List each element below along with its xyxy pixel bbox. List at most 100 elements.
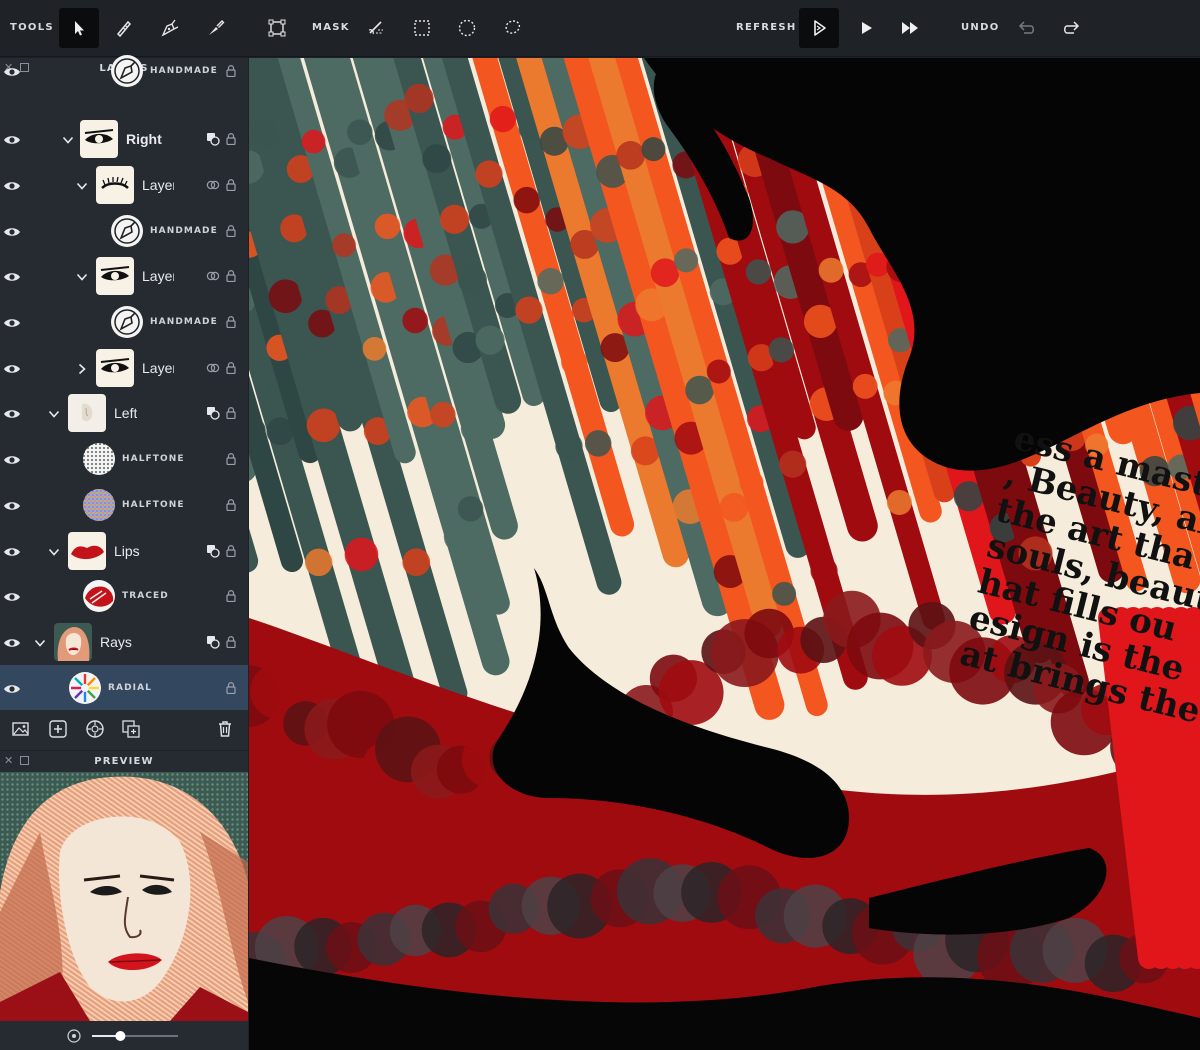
visibility-eye-icon[interactable] [3, 453, 21, 465]
artwork-canvas[interactable]: ess a mast, Beauty, an the art tha souls, … [249, 58, 1200, 1050]
layer-row[interactable]: Layer [0, 162, 248, 207]
visibility-eye-icon[interactable] [3, 316, 21, 328]
mask-icon[interactable] [206, 635, 220, 649]
layer-thumbnail [68, 393, 106, 432]
brush-dab [362, 336, 387, 361]
play-button[interactable] [846, 8, 886, 48]
link-icon[interactable] [206, 178, 220, 192]
chevron-down-icon[interactable] [34, 636, 46, 648]
layer-row[interactable]: Right [0, 116, 248, 161]
brush-dab [475, 160, 503, 188]
rect-select-button[interactable] [402, 8, 442, 48]
layer-row[interactable]: Left [0, 390, 248, 435]
link-icon[interactable] [206, 269, 220, 283]
brush-dab [886, 489, 912, 516]
chevron-right-icon[interactable] [76, 362, 88, 374]
chevron-down-icon[interactable] [48, 545, 60, 557]
visibility-eye-icon[interactable] [3, 545, 21, 557]
lock-icon[interactable] [226, 681, 236, 695]
visibility-eye-icon[interactable] [3, 682, 21, 694]
layer-row[interactable]: Lips [0, 528, 248, 573]
delete-layer-button[interactable] [214, 718, 236, 740]
mask-brush-button[interactable] [356, 8, 396, 48]
add-effect-button[interactable] [84, 718, 106, 740]
layer-row[interactable]: HANDMADE [0, 48, 248, 93]
cursor-icon [75, 21, 84, 36]
pen-tool-button[interactable] [150, 8, 190, 48]
select-tool-button[interactable] [59, 8, 99, 48]
layer-thumbnail [80, 119, 118, 158]
mask-icon[interactable] [206, 406, 220, 420]
brush-dab [674, 248, 699, 273]
fast-forward-button[interactable] [890, 8, 930, 48]
mask-icon[interactable] [206, 544, 220, 558]
brush-icon [116, 20, 132, 38]
layer-thumbnail [96, 165, 134, 204]
brush-dab [347, 119, 373, 145]
chevron-down-icon[interactable] [62, 133, 74, 145]
transform-icon [268, 19, 286, 37]
lock-icon[interactable] [226, 224, 236, 238]
lock-icon[interactable] [226, 544, 236, 558]
brush-dab [402, 307, 428, 334]
visibility-eye-icon[interactable] [3, 270, 21, 282]
add-image-layer-button[interactable] [10, 718, 32, 740]
brush-tool-button[interactable] [104, 8, 144, 48]
layer-row[interactable]: Layer [0, 253, 248, 298]
link-icon[interactable] [206, 361, 220, 375]
ellipse-select-button[interactable] [447, 8, 487, 48]
lock-icon[interactable] [226, 406, 236, 420]
visibility-eye-icon[interactable] [3, 636, 21, 648]
visibility-eye-icon[interactable] [3, 362, 21, 374]
lock-icon[interactable] [226, 315, 236, 329]
layer-row[interactable]: HALFTONE [0, 436, 248, 481]
lock-icon[interactable] [226, 269, 236, 283]
brush-dab [422, 144, 452, 174]
lock-icon[interactable] [226, 635, 236, 649]
zoom-slider-handle[interactable] [115, 1031, 126, 1041]
duplicate-layer-button[interactable] [120, 718, 142, 740]
lock-icon[interactable] [226, 132, 236, 146]
popout-icon[interactable] [20, 756, 29, 765]
layer-row[interactable]: HANDMADE [0, 208, 248, 253]
visibility-eye-icon[interactable] [3, 407, 21, 419]
mask-icon[interactable] [206, 132, 220, 146]
layer-row[interactable]: HALFTONE [0, 482, 248, 527]
brush-dab [810, 557, 838, 585]
preview-image[interactable] [0, 772, 248, 1021]
visibility-eye-icon[interactable] [3, 179, 21, 191]
visibility-eye-icon[interactable] [3, 65, 21, 77]
visibility-eye-icon[interactable] [3, 225, 21, 237]
transform-tool-button[interactable] [257, 8, 297, 48]
layer-row[interactable]: TRACED [0, 573, 248, 618]
brush-dab [440, 204, 470, 234]
brush-dab [268, 279, 303, 314]
add-layer-button[interactable] [47, 718, 69, 740]
undo-button[interactable] [1006, 8, 1046, 48]
chevron-down-icon[interactable] [76, 179, 88, 191]
knife-tool-button[interactable] [196, 8, 236, 48]
visibility-eye-icon[interactable] [3, 133, 21, 145]
lasso-select-button[interactable] [493, 8, 533, 48]
layer-row[interactable]: Layer [0, 345, 248, 390]
layer-name: Layer [142, 176, 174, 193]
layer-row[interactable]: Rays [0, 619, 248, 664]
lock-icon[interactable] [226, 178, 236, 192]
brush-dab [779, 450, 807, 478]
lock-icon[interactable] [226, 498, 236, 512]
refresh-button[interactable] [799, 8, 839, 48]
layer-row[interactable]: HANDMADE [0, 299, 248, 344]
lock-icon[interactable] [226, 452, 236, 466]
visibility-eye-icon[interactable] [3, 590, 21, 602]
chevron-down-icon[interactable] [76, 270, 88, 282]
lock-icon[interactable] [226, 361, 236, 375]
image-icon [12, 722, 29, 736]
layer-row[interactable]: RADIAL [0, 665, 248, 710]
lock-icon[interactable] [226, 589, 236, 603]
zoom-target-icon[interactable] [67, 1029, 81, 1043]
redo-button[interactable] [1052, 8, 1092, 48]
close-icon[interactable]: ✕ [4, 754, 13, 767]
chevron-down-icon[interactable] [48, 407, 60, 419]
visibility-eye-icon[interactable] [3, 499, 21, 511]
lock-icon[interactable] [226, 64, 236, 78]
